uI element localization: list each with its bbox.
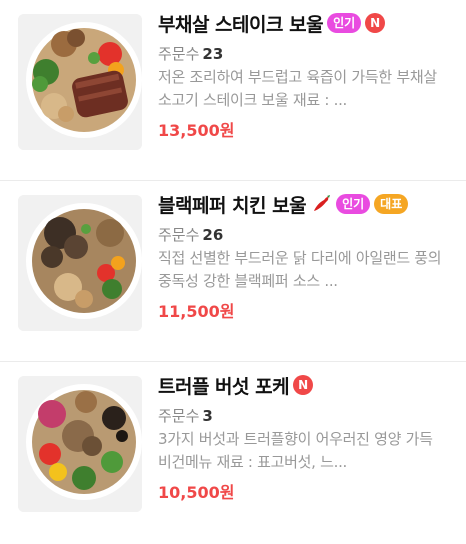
menu-description: 저온 조리하여 부드럽고 육즙이 가득한 부채살 소고기 스테이크 보울 재료 … — [158, 68, 437, 109]
beef-steak-bowl-image — [18, 14, 142, 150]
order-number: 26 — [202, 226, 224, 244]
menu-price: 10,500원 — [158, 483, 235, 502]
popular-badge: 인기 — [336, 194, 371, 214]
order-count: 주문수 26 — [158, 225, 452, 245]
menu-item[interactable]: 트러플 버섯 포케 N 주문수 3 3가지 버섯과 트러플향이 어우러진 영양 가… — [0, 362, 466, 544]
order-number: 23 — [202, 45, 224, 63]
menu-item[interactable]: 부채살 스테이크 보울 인기 N 주문수 23 저온 조리하여 부드럽고 육즙이 … — [0, 0, 466, 181]
menu-list: 부채살 스테이크 보울 인기 N 주문수 23 저온 조리하여 부드럽고 육즙이 … — [0, 0, 466, 544]
order-label: 주문수 — [158, 45, 200, 63]
menu-description: 3가지 버섯과 트러플향이 어우러진 영양 가득 비건메뉴 재료 : 표고버섯,… — [158, 430, 433, 471]
menu-description: 직접 선별한 부드러운 닭 다리에 아일랜드 풍의 중독성 강한 블랙페퍼 소스… — [158, 249, 442, 290]
title-row: 부채살 스테이크 보울 인기 N — [158, 10, 452, 36]
title-row: 블랙페퍼 치킨 보울 인기 대표 — [158, 191, 452, 217]
menu-title: 블랙페퍼 치킨 보울 — [158, 194, 307, 217]
menu-price: 11,500원 — [158, 302, 235, 321]
title-row: 트러플 버섯 포케 N — [158, 372, 452, 398]
menu-item-info: 트러플 버섯 포케 N 주문수 3 3가지 버섯과 트러플향이 어우러진 영양 가… — [158, 372, 452, 503]
black-pepper-chicken-bowl-image — [18, 195, 142, 331]
order-label: 주문수 — [158, 226, 200, 244]
order-count: 주문수 3 — [158, 406, 452, 426]
order-label: 주문수 — [158, 407, 200, 425]
menu-title: 부채살 스테이크 보울 — [158, 13, 324, 36]
menu-item[interactable]: 블랙페퍼 치킨 보울 인기 대표 주문수 26 직접 선별한 부드러운 닭 다리에… — [0, 181, 466, 362]
menu-title: 트러플 버섯 포케 — [158, 375, 290, 398]
new-icon: N — [293, 375, 314, 395]
menu-item-info: 블랙페퍼 치킨 보울 인기 대표 주문수 26 직접 선별한 부드러운 닭 다리에… — [158, 191, 452, 322]
menu-item-info: 부채살 스테이크 보울 인기 N 주문수 23 저온 조리하여 부드럽고 육즙이 … — [158, 10, 452, 141]
order-count: 주문수 23 — [158, 44, 452, 64]
representative-badge: 대표 — [374, 194, 409, 214]
chili-pepper-icon — [312, 194, 332, 214]
order-number: 3 — [202, 407, 213, 425]
popular-badge: 인기 — [327, 13, 362, 33]
menu-price: 13,500원 — [158, 121, 235, 140]
truffle-mushroom-poke-image — [18, 376, 142, 512]
new-icon: N — [365, 13, 386, 33]
